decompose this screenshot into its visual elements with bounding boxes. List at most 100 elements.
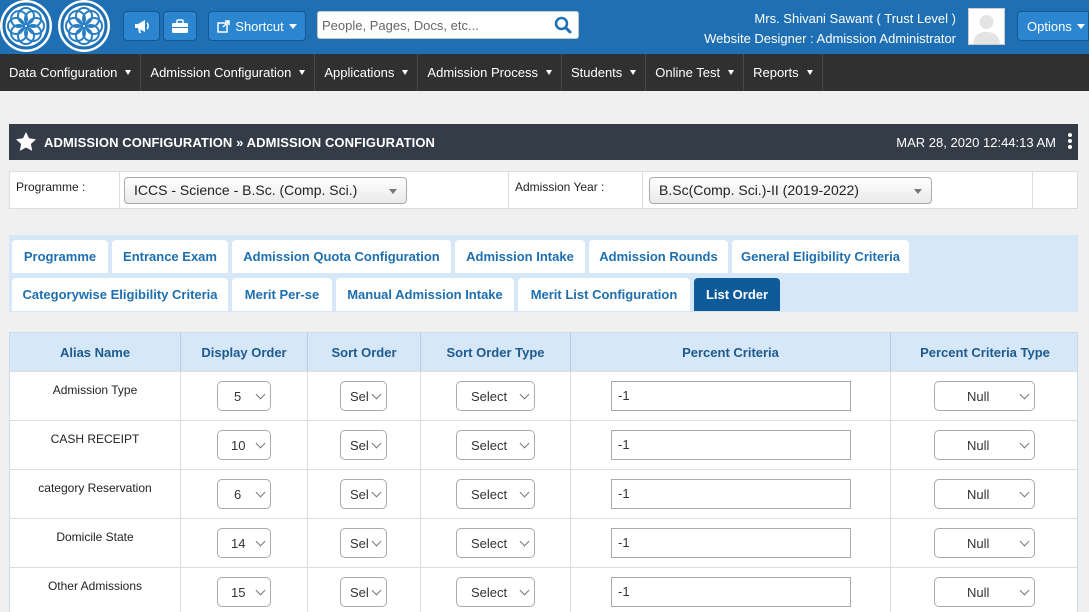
admission-year-select[interactable]: B.Sc(Comp. Sci.)-II (2019-2022) — [649, 177, 932, 204]
tab-merit-per-se[interactable]: Merit Per-se — [232, 278, 332, 311]
sort-order-type-select[interactable]: Select — [456, 479, 535, 509]
chevron-down-icon — [255, 438, 266, 449]
trust-logo[interactable] — [58, 0, 110, 52]
nav-applications[interactable]: Applications — [315, 54, 419, 91]
tab-entrance-exam[interactable]: Entrance Exam — [112, 240, 228, 273]
chevron-down-icon — [519, 536, 530, 547]
avatar[interactable] — [968, 8, 1005, 45]
chevron-down-icon — [519, 438, 530, 449]
display-order-select[interactable]: 10 — [217, 430, 271, 460]
sort-order-select[interactable]: Sel — [340, 479, 387, 509]
percent-criteria-input[interactable]: -1 — [611, 479, 851, 509]
sort-order-select[interactable]: Sel — [340, 577, 387, 607]
sort-order-value: Sel — [350, 535, 369, 551]
percent-criteria-cell: -1 — [571, 421, 891, 469]
table-row: CASH RECEIPT 10 Sel Select -1 Null — [10, 420, 1077, 469]
nav-reports[interactable]: Reports — [744, 54, 823, 91]
percent-criteria-cell: -1 — [571, 519, 891, 567]
display-order-cell: 15 — [181, 568, 308, 612]
percent-criteria-input[interactable]: -1 — [611, 577, 851, 607]
percent-criteria-type-select[interactable]: Null — [934, 479, 1035, 509]
search-icon[interactable] — [554, 16, 572, 34]
page-title-bar: ADMISSION CONFIGURATION » ADMISSION CONF… — [9, 124, 1078, 160]
search-input[interactable] — [322, 15, 548, 35]
tab-categorywise-eligibility-criteria[interactable]: Categorywise Eligibility Criteria — [12, 278, 228, 311]
nav-online-test[interactable]: Online Test — [646, 54, 745, 91]
tab-programme[interactable]: Programme — [12, 240, 108, 273]
sort-order-type-cell: Select — [421, 568, 571, 612]
sort-order-select[interactable]: Sel — [340, 528, 387, 558]
percent-criteria-type-value: Null — [967, 584, 990, 600]
page-title: ADMISSION CONFIGURATION » ADMISSION CONF… — [44, 135, 436, 150]
percent-criteria-type-select[interactable]: Null — [934, 381, 1035, 411]
display-order-cell: 10 — [181, 421, 308, 469]
nav-label: Online Test — [655, 65, 721, 80]
tab-label: Categorywise Eligibility Criteria — [22, 287, 218, 302]
percent-criteria-type-value: Null — [967, 486, 990, 502]
alias-name-cell: category Reservation — [10, 470, 181, 518]
sort-order-select[interactable]: Sel — [340, 430, 387, 460]
chevron-down-icon — [1019, 438, 1030, 449]
chevron-down-icon — [519, 487, 530, 498]
briefcase-button[interactable] — [163, 11, 197, 41]
tab-admission-quota-configuration[interactable]: Admission Quota Configuration — [232, 240, 451, 273]
display-order-select[interactable]: 14 — [217, 528, 271, 558]
sort-order-type-cell: Select — [421, 372, 571, 420]
programme-select[interactable]: ICCS - Science - B.Sc. (Comp. Sci.) — [124, 177, 407, 204]
more-options-icon[interactable] — [1067, 133, 1073, 151]
nav-data-configuration[interactable]: Data Configuration — [0, 54, 142, 91]
percent-criteria-cell: -1 — [571, 568, 891, 612]
chevron-down-icon — [545, 70, 552, 75]
tab-general-eligibility-criteria[interactable]: General Eligibility Criteria — [732, 240, 909, 273]
tab-manual-admission-intake[interactable]: Manual Admission Intake — [336, 278, 514, 311]
nav-label: Admission Configuration — [150, 65, 292, 80]
sort-order-value: Sel — [350, 486, 369, 502]
percent-criteria-type-select[interactable]: Null — [934, 577, 1035, 607]
star-icon[interactable] — [16, 132, 36, 151]
institution-logo[interactable] — [0, 0, 52, 52]
shortcut-button[interactable]: Shortcut — [208, 11, 306, 41]
tab-list-order[interactable]: List Order — [694, 278, 780, 311]
sort-order-cell: Sel — [308, 372, 421, 420]
percent-criteria-input[interactable]: -1 — [611, 381, 851, 411]
admission-year-label: Admission Year : — [515, 180, 605, 194]
col-sort-order: Sort Order — [308, 333, 421, 371]
tab-merit-list-configuration[interactable]: Merit List Configuration — [518, 278, 690, 311]
percent-criteria-type-cell: Null — [891, 421, 1077, 469]
display-order-select[interactable]: 6 — [217, 479, 271, 509]
nav-students[interactable]: Students — [562, 54, 647, 91]
tab-admission-rounds[interactable]: Admission Rounds — [589, 240, 728, 273]
percent-criteria-type-select[interactable]: Null — [934, 528, 1035, 558]
percent-criteria-type-select[interactable]: Null — [934, 430, 1035, 460]
display-order-select[interactable]: 15 — [217, 577, 271, 607]
external-link-icon — [217, 19, 231, 33]
chevron-down-icon — [371, 585, 382, 596]
percent-criteria-input[interactable]: -1 — [611, 528, 851, 558]
chevron-down-icon — [299, 70, 306, 75]
tab-admission-intake[interactable]: Admission Intake — [455, 240, 585, 273]
options-button[interactable]: Options — [1017, 11, 1089, 41]
sort-order-type-value: Select — [471, 388, 508, 404]
nav-admission-process[interactable]: Admission Process — [418, 54, 562, 91]
year-select-cell: B.Sc(Comp. Sci.)-II (2019-2022) — [643, 172, 1033, 208]
percent-criteria-type-value: Null — [967, 437, 990, 453]
sort-order-type-select[interactable]: Select — [456, 577, 535, 607]
options-label: Options — [1027, 18, 1072, 34]
display-order-select[interactable]: 5 — [217, 381, 271, 411]
sort-order-type-select[interactable]: Select — [456, 430, 535, 460]
sort-order-type-select[interactable]: Select — [456, 381, 535, 411]
chevron-down-icon — [728, 70, 735, 75]
display-order-value: 14 — [231, 535, 246, 551]
chevron-down-icon — [806, 70, 813, 75]
display-order-value: 6 — [234, 486, 242, 502]
percent-criteria-input[interactable]: -1 — [611, 430, 851, 460]
announcement-button[interactable] — [123, 11, 160, 41]
chevron-down-icon — [255, 487, 266, 498]
tab-label: Merit Per-se — [244, 287, 320, 302]
display-order-cell: 14 — [181, 519, 308, 567]
sort-order-type-select[interactable]: Select — [456, 528, 535, 558]
col-display-order: Display Order — [181, 333, 308, 371]
chevron-down-icon — [914, 189, 922, 194]
nav-admission-configuration[interactable]: Admission Configuration — [141, 54, 316, 91]
sort-order-select[interactable]: Sel — [340, 381, 387, 411]
